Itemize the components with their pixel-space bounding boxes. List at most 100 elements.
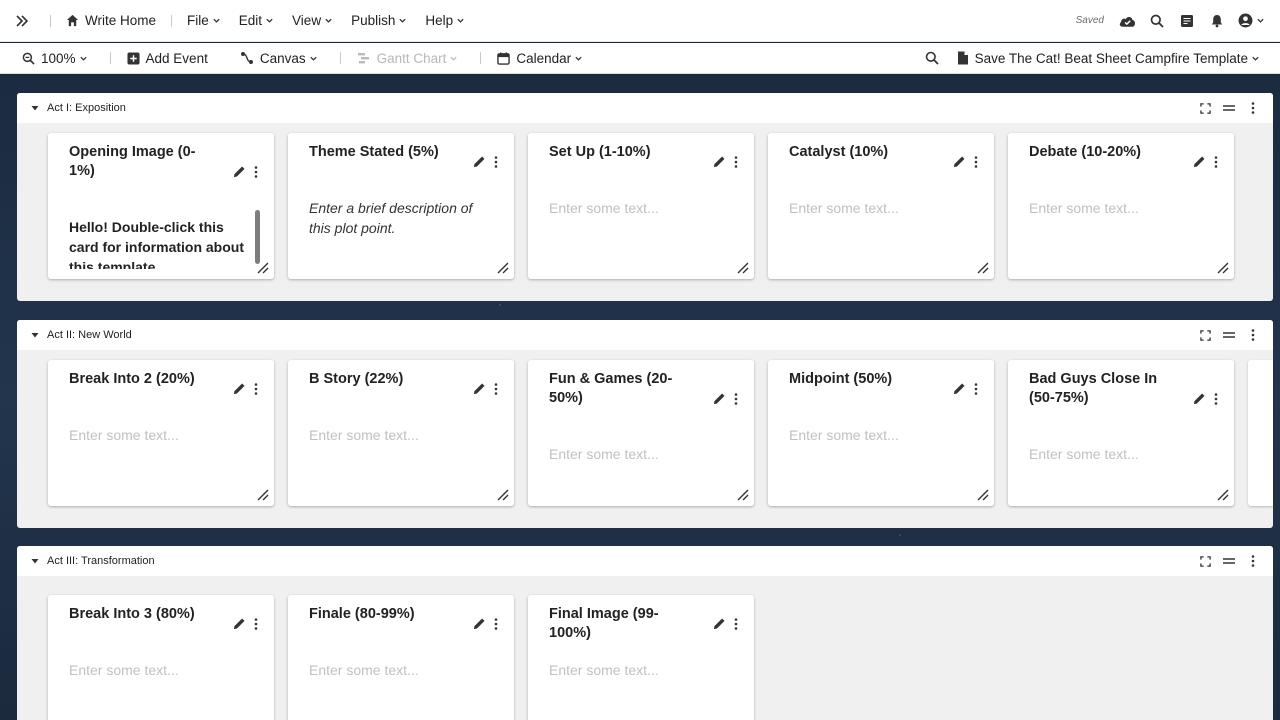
pencil-icon[interactable] bbox=[953, 382, 966, 395]
card-body-placeholder[interactable]: Enter some text... bbox=[309, 660, 489, 680]
more-vert-icon[interactable] bbox=[1214, 155, 1218, 168]
more-vert-icon[interactable] bbox=[734, 617, 738, 630]
act-more-button[interactable] bbox=[1243, 551, 1263, 571]
menu-help[interactable]: Help bbox=[416, 0, 474, 42]
more-vert-icon[interactable] bbox=[734, 155, 738, 168]
fullscreen-button[interactable] bbox=[1195, 98, 1215, 118]
drag-handle-button[interactable] bbox=[1219, 551, 1239, 571]
pencil-icon[interactable] bbox=[713, 392, 726, 405]
plot-card[interactable]: Finale (80-99%) Enter some text... bbox=[288, 595, 514, 720]
more-vert-icon[interactable] bbox=[974, 382, 978, 395]
drag-handle-button[interactable] bbox=[1219, 325, 1239, 345]
zoom-dropdown[interactable]: 100% bbox=[0, 43, 104, 74]
card-body-placeholder[interactable]: Enter some text... bbox=[69, 425, 249, 445]
search-timeline-button[interactable] bbox=[917, 43, 947, 73]
write-home-link[interactable]: Write Home bbox=[57, 0, 165, 42]
card-body[interactable]: Hello! Double-click this card for inform… bbox=[69, 217, 249, 269]
gantt-chart-dropdown[interactable]: Gantt Chart bbox=[347, 43, 475, 74]
plot-card[interactable]: Break Into 2 (20%) Enter some text... bbox=[48, 360, 274, 506]
resize-handle-icon[interactable] bbox=[737, 489, 749, 501]
plot-card[interactable]: Catalyst (10%) Enter some text... bbox=[768, 133, 994, 279]
plot-card[interactable]: Break Into 3 (80%) Enter some text... bbox=[48, 595, 274, 720]
plot-card[interactable]: Fun & Games (20-50%) Enter some text... bbox=[528, 360, 754, 506]
resize-handle-icon[interactable] bbox=[257, 489, 269, 501]
card-body-placeholder[interactable]: Enter some text... bbox=[549, 444, 729, 464]
card-body-placeholder[interactable]: Enter some text... bbox=[1029, 444, 1209, 464]
menu-edit[interactable]: Edit bbox=[230, 0, 283, 42]
pencil-icon[interactable] bbox=[233, 617, 246, 630]
resize-handle-icon[interactable] bbox=[977, 489, 989, 501]
pencil-icon[interactable] bbox=[233, 165, 246, 178]
canvas-icon bbox=[240, 52, 253, 64]
menu-view[interactable]: View bbox=[283, 0, 342, 42]
resize-handle-icon[interactable] bbox=[1217, 262, 1229, 274]
card-body-placeholder[interactable]: Enter some text... bbox=[309, 425, 489, 445]
plot-card[interactable]: Final Image (99-100%) Enter some text... bbox=[528, 595, 754, 720]
card-body-placeholder[interactable]: Enter some text... bbox=[1029, 198, 1209, 218]
resize-handle-icon[interactable] bbox=[497, 489, 509, 501]
notes-button[interactable] bbox=[1172, 6, 1202, 36]
chevron-down-icon bbox=[213, 18, 220, 23]
resize-handle-icon[interactable] bbox=[977, 262, 989, 274]
plot-card[interactable]: Set Up (1-10%) Enter some text... bbox=[528, 133, 754, 279]
calendar-dropdown[interactable]: Calendar bbox=[487, 43, 599, 74]
resize-handle-icon[interactable] bbox=[737, 262, 749, 274]
resize-handle-icon[interactable] bbox=[257, 262, 269, 274]
more-vert-icon[interactable] bbox=[254, 617, 258, 630]
card-body-placeholder[interactable]: Enter some text... bbox=[789, 425, 969, 445]
plot-card[interactable]: Bad Guys Close In (50-75%) Enter some te… bbox=[1008, 360, 1234, 506]
search-button[interactable] bbox=[1142, 6, 1172, 36]
expand-sidebar-button[interactable] bbox=[0, 0, 44, 42]
pencil-icon[interactable] bbox=[1193, 392, 1206, 405]
calendar-label: Calendar bbox=[516, 50, 572, 66]
more-vert-icon[interactable] bbox=[254, 382, 258, 395]
card-scrollbar[interactable] bbox=[255, 210, 260, 264]
collapse-triangle-icon[interactable] bbox=[31, 331, 39, 339]
card-body-placeholder[interactable]: Enter some text... bbox=[789, 198, 969, 218]
card-body[interactable]: Enter a brief description of this plot p… bbox=[309, 198, 489, 238]
plot-card[interactable]: Midpoint (50%) Enter some text... bbox=[768, 360, 994, 506]
more-vert-icon[interactable] bbox=[494, 382, 498, 395]
more-vert-icon[interactable] bbox=[494, 617, 498, 630]
pencil-icon[interactable] bbox=[1193, 155, 1206, 168]
account-menu-button[interactable] bbox=[1232, 6, 1270, 36]
more-vert-icon[interactable] bbox=[734, 392, 738, 405]
pencil-icon[interactable] bbox=[473, 155, 486, 168]
pencil-icon[interactable] bbox=[713, 617, 726, 630]
cloud-sync-button[interactable] bbox=[1112, 6, 1142, 36]
more-vert-icon[interactable] bbox=[974, 155, 978, 168]
fullscreen-button[interactable] bbox=[1195, 325, 1215, 345]
pencil-icon[interactable] bbox=[953, 155, 966, 168]
card-body-placeholder[interactable]: Enter some text... bbox=[549, 198, 729, 218]
add-event-button[interactable]: Add Event bbox=[117, 43, 218, 74]
menu-file[interactable]: File bbox=[178, 0, 230, 42]
collapse-triangle-icon[interactable] bbox=[31, 557, 39, 565]
equals-icon bbox=[1223, 332, 1235, 338]
drag-handle-button[interactable] bbox=[1219, 98, 1239, 118]
notifications-button[interactable] bbox=[1202, 6, 1232, 36]
resize-handle-icon[interactable] bbox=[1217, 489, 1229, 501]
plot-card[interactable]: Theme Stated (5%) Enter a brief descript… bbox=[288, 133, 514, 279]
menu-publish[interactable]: Publish bbox=[342, 0, 416, 42]
pencil-icon[interactable] bbox=[713, 155, 726, 168]
plot-card[interactable]: Opening Image (0-1%) Hello! Double-click… bbox=[48, 133, 274, 279]
card-body-placeholder[interactable]: Enter some text... bbox=[69, 660, 249, 680]
offscreen-card[interactable] bbox=[1248, 360, 1273, 506]
template-selector[interactable]: Save The Cat! Beat Sheet Campfire Templa… bbox=[957, 43, 1266, 74]
card-body-placeholder[interactable]: Enter some text... bbox=[549, 660, 729, 680]
act-more-button[interactable] bbox=[1243, 98, 1263, 118]
more-vert-icon[interactable] bbox=[494, 155, 498, 168]
fullscreen-button[interactable] bbox=[1195, 551, 1215, 571]
resize-handle-icon[interactable] bbox=[497, 262, 509, 274]
pencil-icon[interactable] bbox=[233, 382, 246, 395]
pencil-icon[interactable] bbox=[473, 617, 486, 630]
more-vert-icon[interactable] bbox=[1214, 392, 1218, 405]
collapse-triangle-icon[interactable] bbox=[31, 104, 39, 112]
chevron-down-icon bbox=[457, 18, 464, 23]
plot-card[interactable]: B Story (22%) Enter some text... bbox=[288, 360, 514, 506]
act-more-button[interactable] bbox=[1243, 325, 1263, 345]
plot-card[interactable]: Debate (10-20%) Enter some text... bbox=[1008, 133, 1234, 279]
canvas-dropdown[interactable]: Canvas bbox=[230, 43, 334, 74]
pencil-icon[interactable] bbox=[473, 382, 486, 395]
more-vert-icon[interactable] bbox=[254, 165, 258, 178]
